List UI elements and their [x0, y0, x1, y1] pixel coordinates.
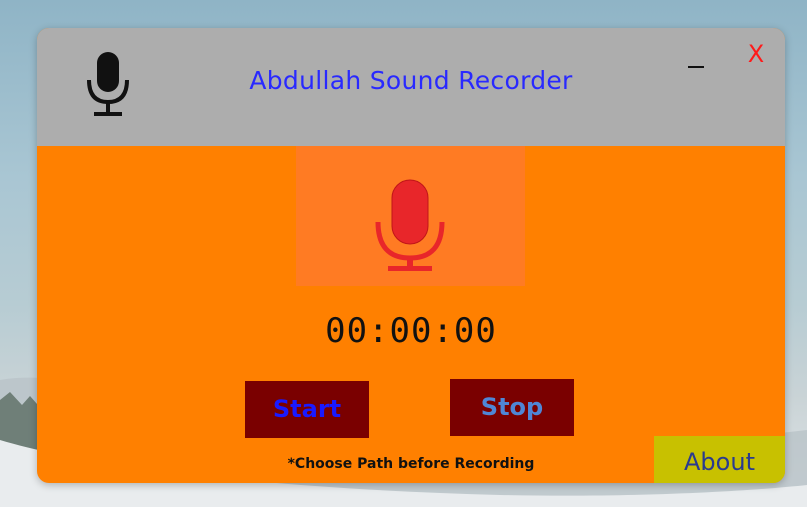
title-bar[interactable]: Abdullah Sound Recorder X: [37, 28, 785, 146]
desktop-background: Abdullah Sound Recorder X 00:00:00 Start…: [0, 0, 807, 507]
timer-display: 00:00:00: [325, 311, 497, 351]
recorder-window: Abdullah Sound Recorder X 00:00:00 Start…: [37, 28, 785, 483]
minimize-button[interactable]: [685, 50, 709, 74]
app-title: Abdullah Sound Recorder: [249, 66, 573, 95]
microphone-icon: [375, 179, 445, 271]
about-button[interactable]: About: [654, 436, 785, 483]
start-button[interactable]: Start: [245, 381, 369, 438]
stop-button[interactable]: Stop: [450, 379, 574, 436]
close-button[interactable]: X: [743, 40, 769, 68]
record-mic-panel: [296, 146, 525, 286]
minimize-icon: [688, 66, 704, 68]
